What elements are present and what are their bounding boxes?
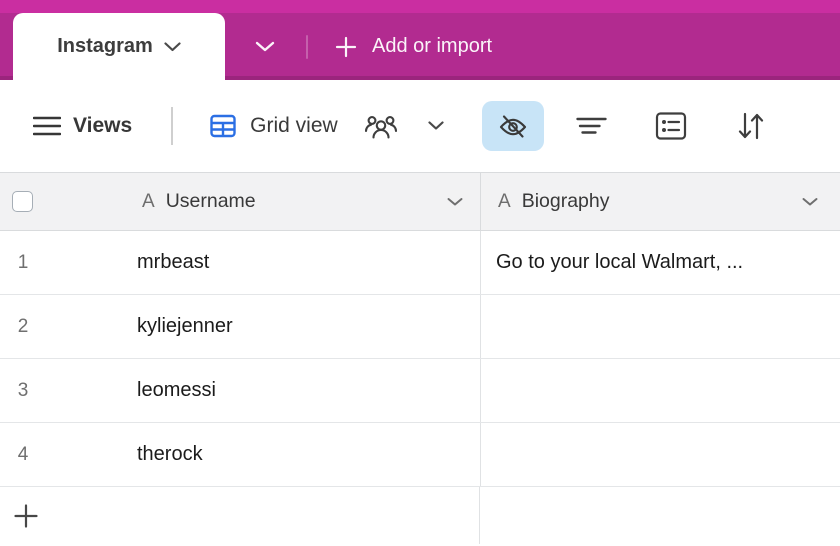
table-tab-label: Instagram: [57, 35, 153, 57]
text-field-type-icon: A: [498, 190, 511, 212]
grid-header-row: A Username A Biography: [0, 172, 840, 231]
row-number: 2: [17, 315, 29, 337]
plus-icon: [334, 35, 358, 59]
add-or-import-label: Add or import: [372, 35, 493, 57]
cell-biography[interactable]: [480, 423, 840, 486]
cell-biography[interactable]: Go to your local Walmart, ...: [480, 231, 840, 294]
grid-table-icon: [209, 112, 237, 140]
chevron-down-icon[interactable]: [428, 121, 444, 131]
airtable-app-window: Instagram Add or import Views Grid view …: [0, 0, 840, 546]
select-all-checkbox[interactable]: [12, 191, 33, 212]
filter-button[interactable]: [574, 117, 610, 135]
toolbar-separator: [171, 107, 174, 145]
row-number-cell[interactable]: 4: [0, 423, 125, 486]
column-header-username[interactable]: A Username: [125, 173, 480, 230]
expand-tables-chevron-icon[interactable]: [255, 41, 275, 52]
views-label: Views: [73, 114, 133, 137]
cell-username[interactable]: kyliejenner: [125, 295, 480, 358]
cell-biography[interactable]: [480, 295, 840, 358]
row-number-cell[interactable]: 1: [0, 231, 125, 294]
grid-view-button[interactable]: Grid view: [209, 112, 444, 140]
column-header-label: Biography: [521, 190, 610, 212]
row-number-cell[interactable]: 3: [0, 359, 125, 422]
table-row: 4 therock: [0, 423, 840, 487]
cell-username[interactable]: mrbeast: [125, 231, 480, 294]
row-number: 3: [17, 379, 29, 401]
chevron-down-icon[interactable]: [447, 197, 463, 206]
chevron-down-icon[interactable]: [802, 197, 818, 206]
tabbar-separator: [306, 34, 308, 59]
eye-slash-icon: [498, 113, 528, 140]
table-row: 2 kyliejenner: [0, 295, 840, 359]
views-button[interactable]: Views: [33, 114, 132, 138]
table-row: 1 mrbeast Go to your local Walmart, ...: [0, 231, 840, 295]
group-list-icon: [655, 111, 687, 141]
filter-lines-icon: [575, 117, 608, 135]
row-number: 4: [17, 443, 29, 465]
app-top-strip: [0, 0, 840, 13]
add-row-cell[interactable]: [0, 487, 480, 544]
table-tabs-bar: Instagram Add or import: [0, 13, 840, 80]
plus-icon[interactable]: [13, 503, 39, 529]
people-icon: [364, 112, 398, 140]
hamburger-menu-icon: [33, 115, 61, 137]
add-or-import-button[interactable]: Add or import: [334, 35, 492, 59]
cell-biography[interactable]: [480, 359, 840, 422]
add-row-spacer: [480, 487, 840, 544]
text-field-type-icon: A: [142, 190, 155, 212]
cell-username[interactable]: leomessi: [125, 359, 480, 422]
row-number-cell[interactable]: 2: [0, 295, 125, 358]
column-header-label: Username: [165, 190, 256, 212]
sort-button[interactable]: [733, 110, 769, 142]
grid-view-label: Grid view: [250, 114, 338, 137]
column-header-biography[interactable]: A Biography: [480, 173, 840, 230]
chevron-down-icon: [164, 41, 181, 52]
table-tab-instagram[interactable]: Instagram: [13, 13, 225, 80]
sort-arrows-icon: [738, 110, 764, 142]
add-row: [0, 487, 840, 544]
select-all-gutter: [0, 173, 125, 230]
hide-fields-button[interactable]: [481, 101, 544, 151]
cell-username[interactable]: therock: [125, 423, 480, 486]
row-number: 1: [17, 251, 29, 273]
group-button[interactable]: [653, 111, 689, 141]
table-row: 3 leomessi: [0, 359, 840, 423]
data-grid: A Username A Biography 1 mrbeast Go to y…: [0, 172, 840, 544]
view-toolbar: Views Grid view: [0, 80, 840, 172]
